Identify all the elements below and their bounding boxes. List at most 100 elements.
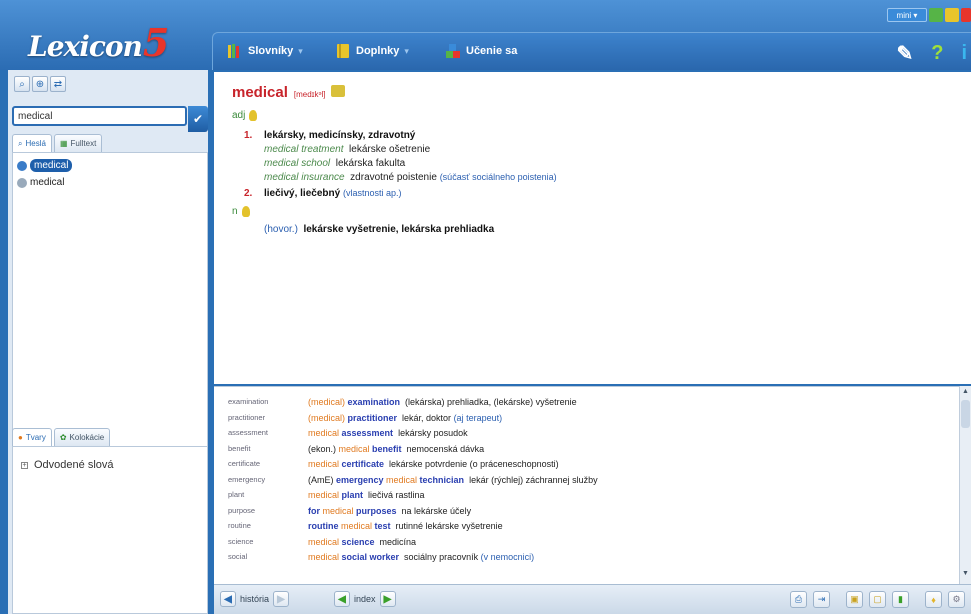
collocation-row[interactable]: emergency (AmE) emergency medical technic… xyxy=(214,475,598,488)
search-input[interactable] xyxy=(12,106,187,126)
example-1: medical treatment lekárske ošetrenie xyxy=(264,144,430,155)
bookmark-icon[interactable]: ▮ xyxy=(892,591,909,608)
collocation-part: lekár (rýchlej) záchrannej služby xyxy=(464,474,598,485)
collocation-row[interactable]: examination (medical) examination (lekárs… xyxy=(214,397,577,410)
collocation-text: (ekon.) medical benefit nemocenská dávka xyxy=(308,444,484,457)
collocation-part: (medical) xyxy=(308,397,346,407)
example-en: medical treatment xyxy=(264,144,344,155)
collocation-part: medical xyxy=(308,536,340,547)
collocation-row[interactable]: plant medical plant liečivá rastlina xyxy=(214,490,425,503)
wrench-icon[interactable]: ✎ xyxy=(896,41,913,66)
collocation-row[interactable]: practitioner (medical) practitioner lekár… xyxy=(214,413,502,426)
collocation-part: medical xyxy=(322,505,354,516)
collocation-key: practitioner xyxy=(228,412,266,422)
app-logo: Lexicon5 xyxy=(28,20,169,65)
bulb-icon[interactable] xyxy=(249,110,258,121)
collocation-key: assessment xyxy=(228,428,269,437)
mini-mode-button[interactable]: mini ▾ xyxy=(887,8,927,22)
list-item-label: medical xyxy=(30,177,65,188)
collocation-key: social xyxy=(228,552,248,561)
tab-fulltext-label: Fulltext xyxy=(70,139,97,148)
noun-sense: (hovor.) lekárske vyšetrenie, lekárska p… xyxy=(264,224,494,235)
bulb-icon[interactable] xyxy=(241,206,250,217)
collocation-key: emergency xyxy=(228,474,266,484)
example-3: medical insurance zdravotné poistenie (s… xyxy=(264,172,557,183)
history-back-button[interactable]: ◀ xyxy=(220,591,236,607)
collocation-part: benefit xyxy=(369,443,402,454)
scroll-down-icon[interactable]: ▼ xyxy=(960,570,971,582)
books-icon xyxy=(228,44,239,58)
print-icon[interactable]: ⎙ xyxy=(790,591,807,608)
collocation-row[interactable]: purpose for medical purposes na lekárske … xyxy=(214,506,471,519)
maximize-button[interactable] xyxy=(945,8,959,22)
menu-doplnky[interactable]: Doplnky ▾ xyxy=(335,43,409,59)
menu-slovniky[interactable]: Slovníky ▾ xyxy=(227,43,303,59)
list-item[interactable]: medical xyxy=(17,177,64,188)
help-icon[interactable]: ? xyxy=(931,42,943,65)
history-forward-button[interactable]: ▶ xyxy=(273,591,290,607)
tab-hesla[interactable]: ⌕ Heslá xyxy=(12,134,52,152)
search-confirm-button[interactable]: ✔ xyxy=(188,106,208,132)
collocation-part: assessment xyxy=(339,428,394,438)
collocation-text: for medical purposes na lekárske účely xyxy=(308,506,471,519)
example-sk: zdravotné poistenie xyxy=(350,172,437,183)
tree-item-odvodene-slova[interactable]: + Odvodené slová xyxy=(21,459,114,471)
expand-icon[interactable]: + xyxy=(21,461,28,469)
logo-number: 5 xyxy=(142,20,169,65)
sense-translation: lekársky, medicínsky, zdravotný xyxy=(264,130,416,141)
collocation-row[interactable]: assessment medical assessment lekársky po… xyxy=(214,428,468,441)
tab-kolokacie[interactable]: ✿ Kolokácie xyxy=(53,428,111,446)
collocation-row[interactable]: science medical science medicína xyxy=(214,537,416,550)
collocation-key: benefit xyxy=(228,443,251,453)
collocation-key: science xyxy=(228,536,254,546)
example-note: (súčasť sociálneho poistenia) xyxy=(439,172,557,182)
note-icon[interactable]: ▣ xyxy=(846,591,863,608)
collocation-part: lekárske potvrdenie (o práceneschopnosti… xyxy=(384,459,559,469)
bulb-icon[interactable]: ♦ xyxy=(925,591,942,608)
collocation-row[interactable]: benefit (ekon.) medical benefit nemocensk… xyxy=(214,444,484,457)
menu-ucenie-sa[interactable]: Učenie sa xyxy=(445,43,517,59)
bottom-tools: ⎙ ⇥ ▣ ▢ ▮ ♦ ⚙ xyxy=(790,591,965,608)
collocation-part: practitioner xyxy=(345,412,398,423)
close-button[interactable] xyxy=(961,8,971,22)
collocation-part: (ekon.) xyxy=(308,443,339,454)
minimize-button[interactable] xyxy=(929,8,943,22)
tab-tvary[interactable]: ● Tvary xyxy=(12,428,52,446)
book-icon xyxy=(337,44,349,58)
list-item[interactable]: medical xyxy=(17,159,73,172)
swap-icon[interactable]: ⇄ xyxy=(50,76,66,92)
pos-label: n xyxy=(232,206,238,217)
speaker-icon[interactable] xyxy=(331,85,346,97)
export-icon[interactable]: ⇥ xyxy=(813,591,830,608)
collocation-part: medical xyxy=(386,474,418,485)
collocation-row[interactable]: routine routine medical test rutinné leká… xyxy=(214,521,503,534)
index-forward-button[interactable]: ▶ xyxy=(379,591,396,607)
search-icon[interactable]: ⌕ xyxy=(14,76,30,92)
info-icon[interactable]: i xyxy=(961,42,967,65)
page-icon[interactable]: ▢ xyxy=(869,591,886,608)
index-back-button[interactable]: ◀ xyxy=(334,591,350,607)
collocation-text: routine medical test rutinné lekárske vy… xyxy=(308,521,503,534)
collocations-scrollbar[interactable]: ▲ ▼ xyxy=(959,386,971,584)
collocation-key: routine xyxy=(228,521,251,530)
entry-header: medical [medɪkᵊl] xyxy=(232,84,346,101)
collocation-part: medical xyxy=(338,443,370,454)
zoom-search-icon[interactable]: ⊕ xyxy=(32,76,48,92)
collocation-row[interactable]: social medical social worker sociálny pra… xyxy=(214,552,534,565)
collocation-part: medical xyxy=(308,552,340,562)
collocation-part: emergency xyxy=(336,474,387,485)
collocation-key: certificate xyxy=(228,459,261,468)
tab-fulltext[interactable]: ▦ Fulltext xyxy=(53,134,103,152)
collocation-part: routine xyxy=(308,521,341,531)
sense-note: (vlastnosti ap.) xyxy=(342,188,402,198)
check-icon: ✔ xyxy=(192,112,204,126)
settings-icon[interactable]: ⚙ xyxy=(948,591,965,608)
logo-text: Lexicon xyxy=(28,30,143,63)
collocations-icon: ✿ xyxy=(59,433,67,442)
collocation-part: purposes xyxy=(353,505,397,516)
scroll-thumb[interactable] xyxy=(961,400,970,428)
scroll-up-icon[interactable]: ▲ xyxy=(960,388,971,400)
collocation-row[interactable]: certificate medical certificate lekárske … xyxy=(214,459,559,472)
chevron-down-icon: ▾ xyxy=(404,45,409,56)
search-tools: ⌕ ⊕ ⇄ xyxy=(14,76,66,92)
